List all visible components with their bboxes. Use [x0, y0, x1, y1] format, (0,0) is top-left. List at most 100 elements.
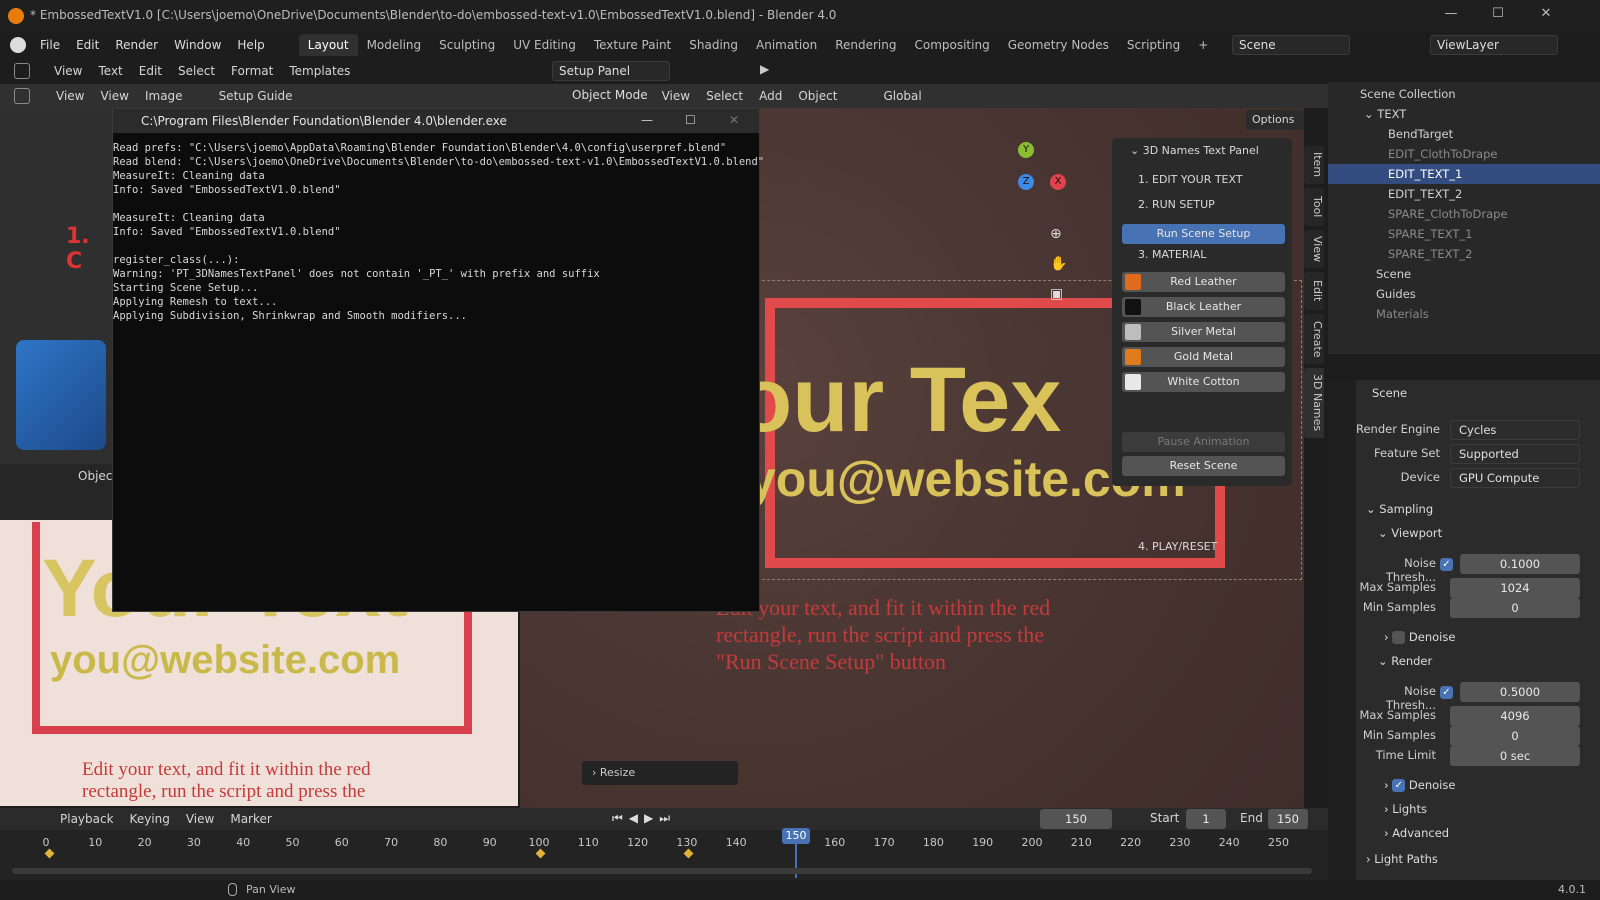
image-name-field[interactable]: Setup Guide — [211, 84, 301, 108]
transform-orientation[interactable]: Global — [875, 84, 929, 108]
tab-scripting[interactable]: Scripting — [1118, 34, 1189, 56]
render-noise-field[interactable]: 0.5000 — [1460, 682, 1580, 702]
material-red-leather-button[interactable]: Red Leather — [1122, 272, 1285, 292]
text-menu-text[interactable]: Text — [90, 59, 130, 83]
timeline[interactable]: Playback Keying View Marker ⏮◀▶⏭ 150 Sta… — [0, 808, 1328, 880]
tab-modeling[interactable]: Modeling — [358, 34, 431, 56]
console-window[interactable]: C:\Program Files\Blender Foundation\Blen… — [112, 108, 764, 612]
side-tab-edit[interactable]: Edit — [1304, 272, 1324, 310]
outliner-row[interactable]: SPARE_ClothToDrape — [1328, 204, 1600, 224]
add-workspace-icon[interactable]: + — [1189, 34, 1217, 56]
tab-layout[interactable]: Layout — [298, 34, 358, 56]
side-tab-create[interactable]: Create — [1304, 314, 1324, 364]
tab-compositing[interactable]: Compositing — [905, 34, 998, 56]
material-gold-metal-button[interactable]: Gold Metal — [1122, 347, 1285, 367]
menu-help[interactable]: Help — [229, 34, 272, 56]
text-menu-select[interactable]: Select — [170, 59, 223, 83]
material-white-cotton-button[interactable]: White Cotton — [1122, 372, 1285, 392]
timeline-scrollbar[interactable] — [12, 868, 1312, 874]
menu-window[interactable]: Window — [166, 34, 229, 56]
camera-icon[interactable]: ▣ — [1050, 286, 1063, 302]
mode-selector[interactable]: Object Mode — [566, 86, 654, 106]
close-icon[interactable]: ✕ — [1536, 6, 1556, 26]
text-file-field[interactable]: Setup Panel — [552, 61, 670, 81]
text-menu-templates[interactable]: Templates — [281, 59, 358, 83]
options-button[interactable]: Options — [1246, 110, 1304, 130]
viewport-menu-add[interactable]: Add — [751, 84, 790, 108]
render-max-field[interactable]: 4096 — [1450, 706, 1580, 726]
render-noise-checkbox[interactable]: ✓ — [1440, 686, 1453, 699]
run-scene-setup-button[interactable]: Run Scene Setup — [1122, 224, 1285, 244]
console-maximize-icon[interactable]: ☐ — [685, 113, 696, 127]
playhead[interactable]: 150 — [782, 828, 810, 844]
outliner-row[interactable]: ⌄ TEXT — [1328, 104, 1600, 124]
tab-animation[interactable]: Animation — [747, 34, 826, 56]
viewport-max-field[interactable]: 1024 — [1450, 578, 1580, 598]
side-tab-3d-names[interactable]: 3D Names — [1304, 368, 1324, 438]
viewport-menu-view[interactable]: View — [654, 84, 698, 108]
material-black-leather-button[interactable]: Black Leather — [1122, 297, 1285, 317]
text-menu-view[interactable]: View — [46, 59, 90, 83]
menu-edit[interactable]: Edit — [68, 34, 107, 56]
editor-type-icon[interactable] — [14, 63, 30, 79]
lights-section[interactable]: › Lights — [1384, 802, 1427, 816]
menu-file[interactable]: File — [32, 34, 68, 56]
reset-scene-button[interactable]: Reset Scene — [1122, 456, 1285, 476]
sampling-section[interactable]: ⌄ Sampling — [1366, 502, 1433, 516]
gizmo-x-axis[interactable]: X — [1050, 174, 1066, 190]
tab-sculpting[interactable]: Sculpting — [430, 34, 504, 56]
minimize-icon[interactable]: — — [1441, 6, 1461, 26]
render-engine-dropdown[interactable]: Cycles — [1450, 420, 1580, 440]
image-menu-image[interactable]: Image — [137, 84, 191, 108]
viewport-menu-select[interactable]: Select — [698, 84, 751, 108]
timeline-keying[interactable]: Keying — [122, 812, 178, 826]
menu-render[interactable]: Render — [107, 34, 166, 56]
image-menu-view-2[interactable]: View — [92, 84, 136, 108]
zoom-icon[interactable]: ⊕ — [1050, 226, 1062, 242]
viewport-noise-field[interactable]: 0.1000 — [1460, 554, 1580, 574]
gizmo-z-axis[interactable]: Z — [1018, 174, 1034, 190]
outliner-row[interactable]: SPARE_TEXT_2 — [1328, 244, 1600, 264]
outliner-row[interactable]: Materials — [1328, 304, 1600, 324]
run-script-icon[interactable]: ▶ — [760, 62, 769, 76]
outliner-scene-collection[interactable]: Scene Collection — [1328, 84, 1600, 104]
render-min-field[interactable]: 0 — [1450, 726, 1580, 746]
tab-shading[interactable]: Shading — [680, 34, 747, 56]
pan-hand-icon[interactable]: ✋ — [1050, 256, 1067, 272]
outliner-row[interactable]: Scene — [1328, 264, 1600, 284]
viewport-min-field[interactable]: 0 — [1450, 598, 1580, 618]
timeline-view[interactable]: View — [178, 812, 222, 826]
current-frame-field[interactable]: 150 — [1040, 809, 1112, 829]
maximize-icon[interactable]: ☐ — [1488, 6, 1508, 26]
viewlayer-selector[interactable]: ViewLayer — [1430, 35, 1558, 55]
feature-set-dropdown[interactable]: Supported — [1450, 444, 1580, 464]
side-tab-item[interactable]: Item — [1304, 146, 1324, 184]
timeline-marker[interactable]: Marker — [222, 812, 279, 826]
keyframe-icon[interactable] — [683, 848, 694, 859]
viewport-noise-checkbox[interactable]: ✓ — [1440, 558, 1453, 571]
viewport-denoise-toggle[interactable]: › Denoise — [1384, 630, 1455, 644]
text-menu-format[interactable]: Format — [223, 59, 281, 83]
outliner-row[interactable]: EDIT_TEXT_2 — [1328, 184, 1600, 204]
viewport-subsection[interactable]: ⌄ Viewport — [1378, 526, 1442, 540]
outliner-row[interactable]: BendTarget — [1328, 124, 1600, 144]
device-dropdown[interactable]: GPU Compute — [1450, 468, 1580, 488]
timeline-playback[interactable]: Playback — [52, 812, 122, 826]
side-tab-tool[interactable]: Tool — [1304, 188, 1324, 226]
render-denoise-toggle[interactable]: › ✓ Denoise — [1384, 778, 1455, 792]
tab-geometry-nodes[interactable]: Geometry Nodes — [999, 34, 1118, 56]
outliner-row[interactable]: Guides — [1328, 284, 1600, 304]
viewport-menu-object[interactable]: Object — [790, 84, 845, 108]
render-subsection[interactable]: ⌄ Render — [1378, 654, 1432, 668]
keyframe-icon[interactable] — [535, 848, 546, 859]
outliner-row-selected[interactable]: EDIT_TEXT_1 — [1328, 164, 1600, 184]
pause-animation-button[interactable]: Pause Animation — [1122, 432, 1285, 452]
scene-selector[interactable]: Scene — [1232, 35, 1350, 55]
outliner-row[interactable]: SPARE_TEXT_1 — [1328, 224, 1600, 244]
editor-type-icon[interactable] — [14, 88, 30, 104]
console-close-icon[interactable]: ✕ — [729, 113, 739, 127]
tab-rendering[interactable]: Rendering — [826, 34, 905, 56]
material-silver-metal-button[interactable]: Silver Metal — [1122, 322, 1285, 342]
gizmo-y-axis[interactable]: Y — [1018, 142, 1034, 158]
tab-uv-editing[interactable]: UV Editing — [504, 34, 585, 56]
